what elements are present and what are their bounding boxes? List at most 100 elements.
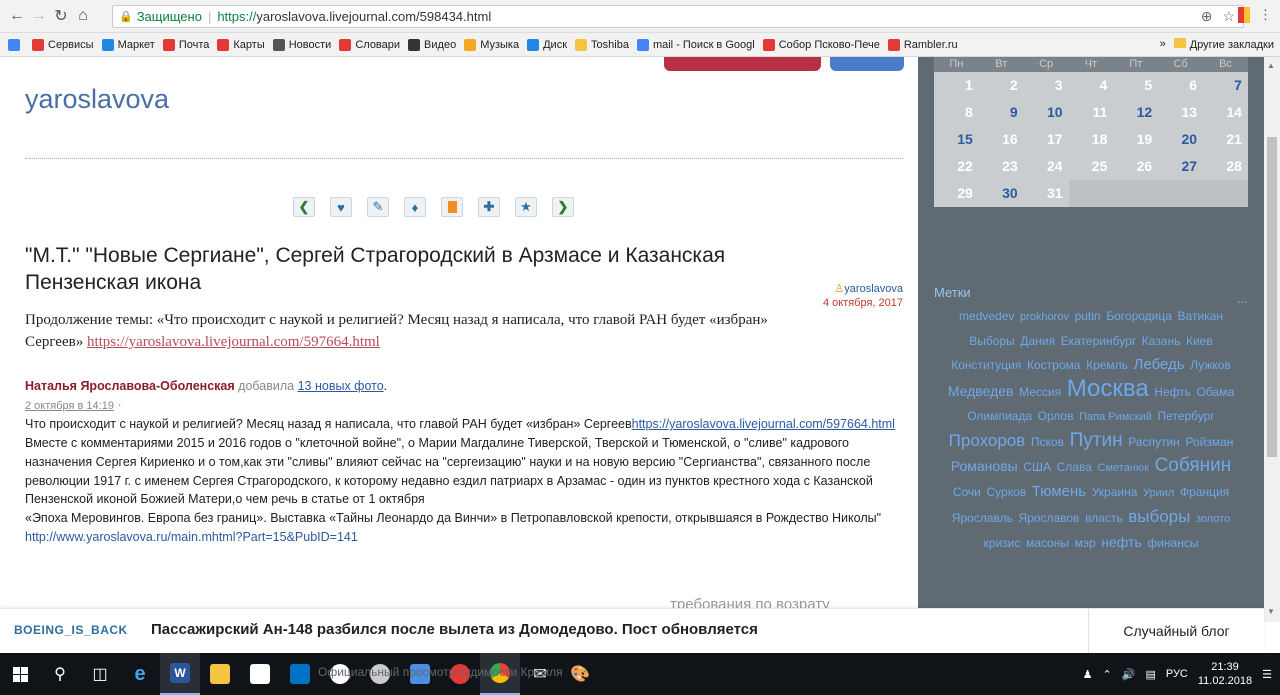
bookmark-item[interactable]: Видео bbox=[408, 38, 456, 51]
fb-photos-link[interactable]: 13 новых фото bbox=[298, 379, 384, 393]
tag-link[interactable]: масоны bbox=[1026, 536, 1069, 550]
tag-link[interactable]: Обама bbox=[1197, 385, 1235, 399]
bookmark-item[interactable]: Карты bbox=[217, 38, 265, 51]
tag-link[interactable]: Кремль bbox=[1086, 358, 1128, 372]
back-icon[interactable]: ← bbox=[6, 7, 28, 25]
lead-link[interactable]: https://yaroslavova.livejournal.com/5976… bbox=[87, 334, 380, 350]
tag-link[interactable]: Олимпиада bbox=[967, 409, 1032, 423]
tag-link[interactable]: власть bbox=[1085, 511, 1123, 525]
tag-link[interactable]: Сочи bbox=[953, 485, 981, 499]
star-icon[interactable]: ☆ bbox=[1222, 8, 1235, 25]
explorer-icon[interactable] bbox=[200, 653, 240, 695]
bookmark-icon[interactable] bbox=[441, 197, 463, 217]
tag-link[interactable]: Слава bbox=[1057, 460, 1092, 474]
tag-link[interactable]: США bbox=[1023, 460, 1051, 474]
header-tab[interactable] bbox=[830, 57, 904, 71]
tags-more[interactable]: ... bbox=[1237, 291, 1248, 306]
scroll-down-icon[interactable]: ▼ bbox=[1267, 607, 1275, 616]
prev-icon[interactable]: ❮ bbox=[293, 197, 315, 217]
bookmark-item[interactable]: Новости bbox=[272, 38, 331, 51]
tag-link[interactable]: Романовы bbox=[951, 458, 1018, 474]
tray-chevron-icon[interactable]: ⌃ bbox=[1103, 668, 1112, 681]
calendar-day[interactable]: 9 bbox=[978, 99, 1024, 126]
calendar-day[interactable]: 12 bbox=[1113, 99, 1159, 126]
tag-link[interactable]: кризис bbox=[984, 536, 1021, 550]
clock[interactable]: 21:39 11.02.2018 bbox=[1198, 660, 1252, 688]
word-icon[interactable]: W bbox=[160, 653, 200, 695]
scrollbar-thumb[interactable] bbox=[1267, 137, 1277, 457]
tag-link[interactable]: Сметанюк bbox=[1098, 462, 1149, 474]
tag-link[interactable]: prokhorov bbox=[1020, 311, 1069, 323]
calendar-day[interactable]: 10 bbox=[1023, 99, 1069, 126]
tag-link[interactable]: Ярославль bbox=[952, 511, 1013, 525]
bookmark-item[interactable]: Toshiba bbox=[575, 38, 629, 51]
outlook-icon[interactable] bbox=[280, 653, 320, 695]
bookmark-item[interactable]: Почта bbox=[162, 38, 209, 51]
tag-link[interactable]: Лебедь bbox=[1134, 356, 1185, 373]
header-tab[interactable] bbox=[664, 57, 821, 71]
tag-link[interactable]: Кострома bbox=[1027, 358, 1080, 372]
task-view-icon[interactable]: ◫ bbox=[80, 653, 120, 695]
tag-link[interactable]: Казань bbox=[1142, 334, 1181, 348]
next-icon[interactable]: ❯ bbox=[552, 197, 574, 217]
menu-icon[interactable]: ⋮ bbox=[1259, 7, 1272, 23]
tag-link[interactable]: Конституция bbox=[951, 358, 1021, 372]
bookmark-item[interactable]: Сервисы bbox=[32, 38, 94, 51]
store-icon[interactable] bbox=[240, 653, 280, 695]
language-indicator[interactable]: РУС bbox=[1166, 668, 1188, 680]
tag-link[interactable]: Москва bbox=[1067, 375, 1149, 402]
fb-timestamp[interactable]: 2 октября в 14:19 bbox=[25, 400, 114, 412]
tag-link[interactable]: Псков bbox=[1031, 435, 1064, 449]
heart-icon[interactable]: ♥ bbox=[330, 197, 352, 217]
tag-link[interactable]: Сурков bbox=[986, 485, 1026, 499]
tag-link[interactable]: золото bbox=[1196, 513, 1230, 525]
tag-icon[interactable]: ♦ bbox=[404, 197, 426, 217]
address-bar[interactable]: 🔒 Защищено | https:// yaroslavova.livejo… bbox=[112, 5, 1244, 28]
network-icon[interactable]: ▤ bbox=[1145, 668, 1155, 681]
fb-author[interactable]: Наталья Ярославова-Оболенская bbox=[25, 379, 235, 393]
people-icon[interactable]: ♟ bbox=[1083, 668, 1093, 681]
bookmark-item[interactable]: Собор Псково-Пече bbox=[762, 38, 880, 51]
tag-link[interactable]: Собянин bbox=[1155, 455, 1232, 476]
tag-link[interactable]: Распутин bbox=[1128, 435, 1180, 449]
scroll-up-icon[interactable]: ▲ bbox=[1267, 61, 1275, 70]
tag-link[interactable]: Екатеринбург bbox=[1061, 334, 1137, 348]
tag-link[interactable]: Лужков bbox=[1190, 358, 1231, 372]
tag-link[interactable]: medvedev bbox=[959, 309, 1014, 323]
bookmark-item[interactable]: Rambler.ru bbox=[887, 38, 958, 51]
calendar-day[interactable]: 7 bbox=[1203, 72, 1248, 99]
tag-link[interactable]: Мессия bbox=[1019, 385, 1061, 399]
tag-link[interactable]: Уриил bbox=[1143, 487, 1174, 499]
bookmark-item[interactable]: Диск bbox=[527, 38, 567, 51]
search-icon[interactable]: ⚲ bbox=[40, 653, 80, 695]
banner-title[interactable]: Пассажирский Ан-148 разбился после вылет… bbox=[151, 621, 758, 638]
home-icon[interactable]: ⌂ bbox=[72, 7, 94, 25]
calendar-day[interactable]: 30 bbox=[978, 180, 1024, 207]
tag-link[interactable]: Дания bbox=[1020, 334, 1055, 348]
tag-link[interactable]: Ярославов bbox=[1018, 511, 1079, 525]
author-link[interactable]: yaroslavova bbox=[844, 283, 903, 295]
tag-link[interactable]: Путин bbox=[1070, 430, 1123, 451]
paint-icon[interactable]: 🎨 bbox=[560, 653, 600, 695]
notifications-icon[interactable]: ☰ bbox=[1262, 668, 1272, 681]
fb-p4-link[interactable]: http://www.yaroslavova.ru/main.mhtml?Par… bbox=[25, 528, 905, 547]
tag-link[interactable]: Украина bbox=[1092, 485, 1138, 499]
zoom-icon[interactable]: ⊕ bbox=[1201, 8, 1213, 25]
calendar-day[interactable]: 20 bbox=[1158, 126, 1204, 153]
tag-link[interactable]: Орлов bbox=[1038, 409, 1074, 423]
bookmark-item[interactable]: mail - Поиск в Googl bbox=[636, 38, 755, 51]
other-bookmarks[interactable]: Другие закладки bbox=[1173, 38, 1274, 51]
more-bookmarks-icon[interactable]: » bbox=[1160, 38, 1166, 51]
tag-link[interactable]: Медведев bbox=[948, 383, 1014, 399]
tag-link[interactable]: мэр bbox=[1075, 536, 1096, 550]
bookmark-item[interactable]: Словари bbox=[339, 38, 400, 51]
pin-icon[interactable]: ★ bbox=[515, 197, 537, 217]
calendar-day[interactable]: 15 bbox=[934, 126, 979, 153]
forward-icon[interactable]: → bbox=[28, 7, 50, 25]
fb-p1-link[interactable]: https://yaroslavova.livejournal.com/5976… bbox=[632, 417, 895, 431]
tag-link[interactable]: Петербург bbox=[1158, 409, 1215, 423]
blog-name[interactable]: yaroslavova bbox=[25, 84, 169, 115]
tag-link[interactable]: выборы bbox=[1128, 507, 1190, 526]
tag-link[interactable]: Папа Римский bbox=[1079, 411, 1152, 423]
tag-link[interactable]: финансы bbox=[1147, 536, 1198, 550]
